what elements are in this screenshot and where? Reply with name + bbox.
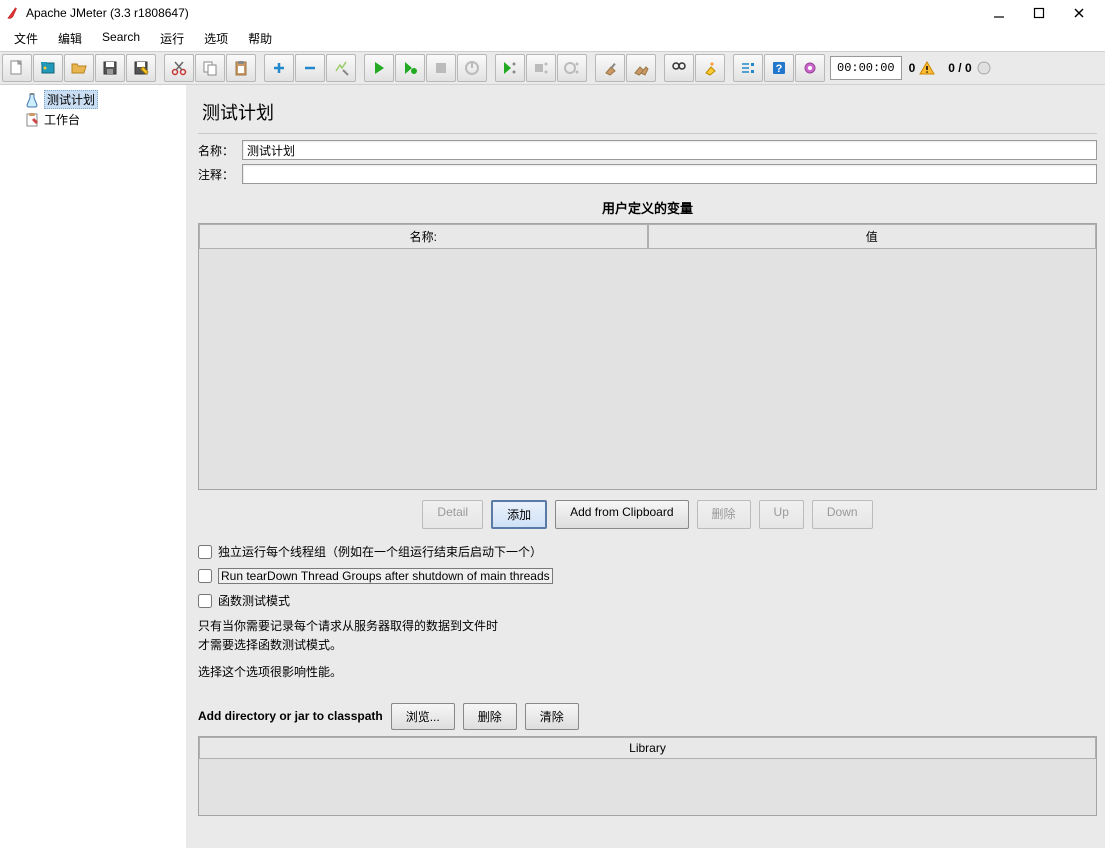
menu-help[interactable]: 帮助 (240, 28, 280, 49)
menu-run[interactable]: 运行 (152, 28, 192, 49)
toggle-button[interactable] (326, 54, 356, 82)
save-button[interactable] (95, 54, 125, 82)
menu-edit[interactable]: 编辑 (50, 28, 90, 49)
toolbar: ? 00:00:00 0 0 / 0 (0, 51, 1105, 85)
vars-col-name[interactable]: 名称: (199, 224, 648, 249)
new-button[interactable] (2, 54, 32, 82)
clipboard-icon (24, 112, 40, 128)
cut-button[interactable] (164, 54, 194, 82)
delete-button[interactable]: 删除 (697, 500, 751, 529)
tree-panel: 测试计划 工作台 (0, 85, 190, 848)
comment-input[interactable] (242, 164, 1097, 184)
app-icon (6, 6, 20, 20)
start-no-pause-button[interactable] (395, 54, 425, 82)
classpath-label: Add directory or jar to classpath (198, 709, 383, 723)
down-button[interactable]: Down (812, 500, 873, 529)
vars-body[interactable] (199, 249, 1096, 489)
expand-button[interactable] (264, 54, 294, 82)
thread-count: 0 / 0 (948, 61, 971, 75)
function-helper-button[interactable] (733, 54, 763, 82)
tree-item-workbench[interactable]: 工作台 (2, 110, 184, 129)
comment-label: 注释： (198, 166, 236, 183)
tree-item-label: 工作台 (44, 111, 80, 128)
serial-check-row: 独立运行每个线程组（例如在一个组运行结束后启动下一个） (198, 543, 1097, 560)
status-icon (976, 60, 992, 76)
minimize-button[interactable] (979, 0, 1019, 26)
dev-button[interactable] (795, 54, 825, 82)
reset-search-button[interactable] (695, 54, 725, 82)
flask-icon (24, 92, 40, 108)
close-button[interactable] (1059, 0, 1099, 26)
help-text-1: 只有当你需要记录每个请求从服务器取得的数据到文件时 才需要选择函数测试模式。 (198, 617, 1097, 655)
add-button[interactable]: 添加 (491, 500, 547, 529)
collapse-button[interactable] (295, 54, 325, 82)
thread-status: 0 / 0 (942, 60, 997, 76)
maximize-button[interactable] (1019, 0, 1059, 26)
menubar: 文件 编辑 Search 运行 选项 帮助 (0, 26, 1105, 51)
clear-button[interactable] (595, 54, 625, 82)
content-panel: 测试计划 名称： 注释： 用户定义的变量 名称: 值 Detail 添加 Add… (190, 85, 1105, 848)
vars-col-value[interactable]: 值 (648, 224, 1097, 249)
teardown-check-row: Run tearDown Thread Groups after shutdow… (198, 568, 1097, 584)
open-button[interactable] (64, 54, 94, 82)
remote-stop-button[interactable] (526, 54, 556, 82)
titlebar: Apache JMeter (3.3 r1808647) (0, 0, 1105, 26)
tree-item-test-plan[interactable]: 测试计划 (2, 89, 184, 110)
up-button[interactable]: Up (759, 500, 804, 529)
serial-checkbox[interactable] (198, 545, 212, 559)
vars-section-header: 用户定义的变量 (198, 188, 1097, 223)
name-input[interactable] (242, 140, 1097, 160)
remote-start-button[interactable] (495, 54, 525, 82)
start-button[interactable] (364, 54, 394, 82)
templates-button[interactable] (33, 54, 63, 82)
save-as-button[interactable] (126, 54, 156, 82)
browse-button[interactable]: 浏览... (391, 703, 455, 730)
svg-text:?: ? (776, 63, 783, 75)
detail-button[interactable]: Detail (422, 500, 483, 529)
tree-item-label: 测试计划 (44, 90, 98, 109)
help-button[interactable]: ? (764, 54, 794, 82)
help-text-2: 选择这个选项很影响性能。 (198, 663, 1097, 682)
functional-checkbox[interactable] (198, 594, 212, 608)
teardown-label: Run tearDown Thread Groups after shutdow… (218, 568, 553, 584)
teardown-checkbox[interactable] (198, 569, 212, 583)
library-table: Library (198, 736, 1097, 816)
clear-all-button[interactable] (626, 54, 656, 82)
warning-status: 0 (903, 60, 942, 76)
paste-button[interactable] (226, 54, 256, 82)
stop-button[interactable] (426, 54, 456, 82)
warning-icon (919, 60, 935, 76)
functional-check-row: 函数测试模式 (198, 592, 1097, 609)
name-label: 名称： (198, 142, 236, 159)
add-clipboard-button[interactable]: Add from Clipboard (555, 500, 688, 529)
menu-options[interactable]: 选项 (196, 28, 236, 49)
library-body[interactable] (199, 759, 1096, 815)
menu-search[interactable]: Search (94, 28, 148, 49)
warning-count: 0 (909, 61, 916, 75)
menu-file[interactable]: 文件 (6, 28, 46, 49)
window-title: Apache JMeter (3.3 r1808647) (26, 6, 979, 20)
elapsed-time: 00:00:00 (830, 56, 902, 80)
functional-label: 函数测试模式 (218, 592, 290, 609)
vars-table: 名称: 值 (198, 223, 1097, 490)
classpath-delete-button[interactable]: 删除 (463, 703, 517, 730)
clear-classpath-button[interactable]: 清除 (525, 703, 579, 730)
library-header[interactable]: Library (199, 737, 1096, 759)
serial-label: 独立运行每个线程组（例如在一个组运行结束后启动下一个） (218, 543, 542, 560)
copy-button[interactable] (195, 54, 225, 82)
panel-title: 测试计划 (198, 93, 1097, 134)
search-button[interactable] (664, 54, 694, 82)
shutdown-button[interactable] (457, 54, 487, 82)
remote-shutdown-button[interactable] (557, 54, 587, 82)
